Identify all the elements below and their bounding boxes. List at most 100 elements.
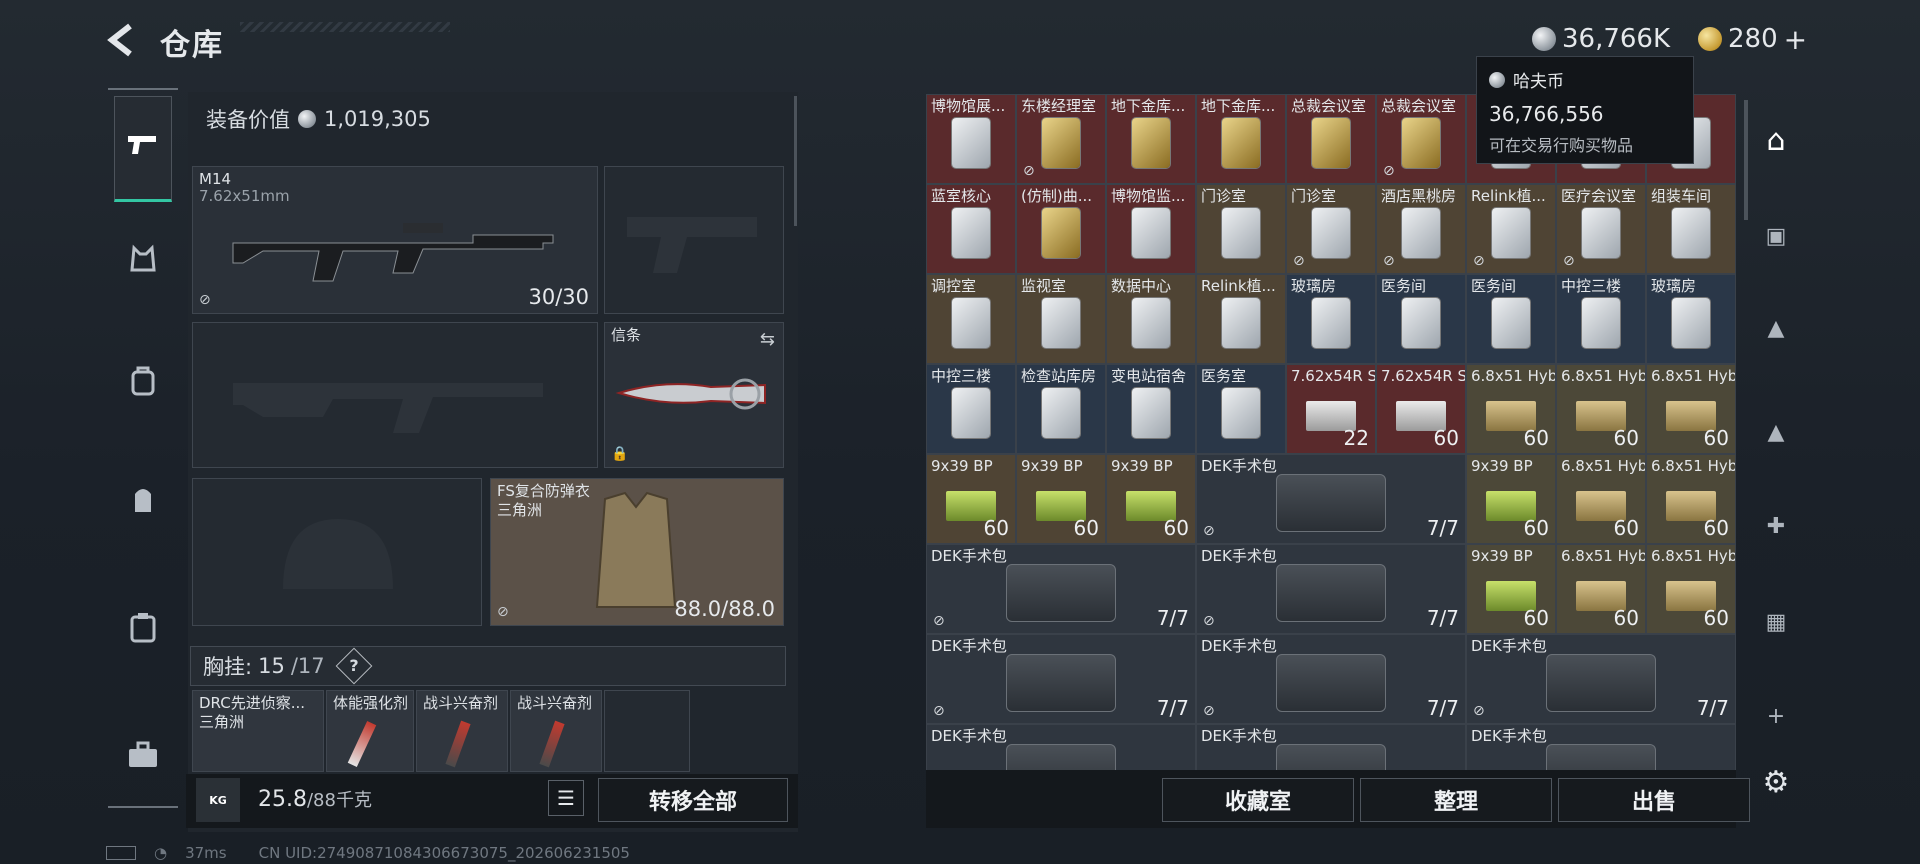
helmet-slot-empty[interactable] bbox=[192, 478, 482, 626]
nav-weapons[interactable] bbox=[114, 96, 172, 202]
stash-item-name: 东楼经理室 bbox=[1021, 97, 1097, 115]
stash-item[interactable]: (仿制)曲... bbox=[1016, 184, 1106, 274]
collection-room-button[interactable]: 收藏室 bbox=[1162, 778, 1354, 822]
rifle-image bbox=[232, 223, 554, 282]
sell-button[interactable]: 出售 bbox=[1558, 778, 1750, 822]
stash-item[interactable]: 医务室 bbox=[1196, 364, 1286, 454]
equipment-value-amount: 1,019,305 bbox=[324, 107, 431, 131]
stash-item-name: DEK手术包 bbox=[931, 547, 1007, 565]
stash-item[interactable]: 中控三楼 bbox=[1556, 274, 1646, 364]
stash-item-count: 7/7 bbox=[1696, 696, 1729, 720]
stash-tab-v[interactable]: ▣ bbox=[1754, 214, 1798, 258]
rifle-slot-empty[interactable] bbox=[192, 322, 598, 468]
stash-item[interactable]: 6.8x51 Hybrid 60 bbox=[1646, 544, 1736, 634]
stash-item[interactable]: 9x39 BP 60 bbox=[1106, 454, 1196, 544]
swap-icon[interactable]: ⇆ bbox=[760, 329, 775, 350]
rig-item-1[interactable]: 体能强化剂 bbox=[326, 690, 414, 772]
list-view-button[interactable]: ☰ bbox=[548, 780, 584, 816]
stash-item-name: 6.8x51 Hybrid bbox=[1471, 367, 1556, 385]
settings-button[interactable]: ⚙ bbox=[1754, 760, 1798, 804]
surgical-kit-item[interactable]: DEK手术包⊘7/7 bbox=[926, 544, 1196, 634]
stash-item[interactable]: 医务间 bbox=[1466, 274, 1556, 364]
stash-tab-iv-4[interactable]: ▦ bbox=[1754, 600, 1798, 644]
stash-item[interactable]: 6.8x51 Hybrid 60 bbox=[1646, 454, 1736, 544]
nav-backpack[interactable] bbox=[114, 450, 172, 556]
nav-chest-rig[interactable] bbox=[114, 210, 172, 316]
surgical-kit-item[interactable]: DEK手术包⊘7/7 bbox=[1196, 544, 1466, 634]
rig-item-0[interactable]: DRC先进侦察... 三角洲 bbox=[192, 690, 324, 772]
surgical-kit-item[interactable]: DEK手术包⊘7/7 bbox=[1466, 634, 1736, 724]
nav-backpack-bag[interactable] bbox=[114, 332, 172, 438]
help-button[interactable]: ? bbox=[335, 647, 372, 685]
secondary-weapon-slot[interactable] bbox=[604, 166, 784, 314]
stash-item[interactable]: 东楼经理室 ⊘ bbox=[1016, 94, 1106, 184]
stash-item[interactable]: 6.8x51 Hybrid 60 bbox=[1646, 364, 1736, 454]
stash-item[interactable]: 检查站库房 bbox=[1016, 364, 1106, 454]
stash-item[interactable]: 监视室 bbox=[1016, 274, 1106, 364]
stash-item[interactable]: 玻璃房 bbox=[1286, 274, 1376, 364]
ping-value: 37ms bbox=[185, 844, 227, 862]
surgical-kit-item[interactable]: DEK手术包⊘7/7 bbox=[926, 724, 1196, 770]
equipment-scrollbar[interactable] bbox=[794, 96, 797, 226]
stash-item[interactable]: 7.62x54R SNB 22 bbox=[1286, 364, 1376, 454]
add-bond-button[interactable]: + bbox=[1784, 23, 1807, 56]
transfer-all-button[interactable]: 转移全部 bbox=[598, 778, 788, 822]
stash-item[interactable]: 9x39 BP 60 bbox=[926, 454, 1016, 544]
stash-tab-iv-1[interactable]: ▲ bbox=[1754, 306, 1798, 350]
stash-item[interactable]: 门诊室 ⊘ bbox=[1286, 184, 1376, 274]
stash-item[interactable]: 总裁会议室 bbox=[1286, 94, 1376, 184]
bond-balance[interactable]: 280 + bbox=[1698, 22, 1807, 56]
stash-item[interactable]: Relink植... ⊘ bbox=[1466, 184, 1556, 274]
nav-toolbox[interactable] bbox=[114, 706, 172, 812]
surgical-kit-item[interactable]: DEK手术包⊘7/7 bbox=[926, 634, 1196, 724]
stash-item-name: DEK手术包 bbox=[1201, 727, 1277, 745]
stash-item[interactable]: 门诊室 bbox=[1196, 184, 1286, 274]
stash-tab-main[interactable]: ⌂ bbox=[1754, 118, 1798, 162]
stash-item[interactable]: 医务间 bbox=[1376, 274, 1466, 364]
stash-item[interactable]: 9x39 BP 60 bbox=[1466, 544, 1556, 634]
stash-item[interactable]: 地下金库... bbox=[1106, 94, 1196, 184]
keycard-icon bbox=[1042, 388, 1080, 439]
stash-item[interactable]: 变电站宿舍 bbox=[1106, 364, 1196, 454]
stash-item[interactable]: 医疗会议室 ⊘ bbox=[1556, 184, 1646, 274]
rig-item-2[interactable]: 战斗兴奋剂 bbox=[416, 690, 508, 772]
stash-tab-iv-2[interactable]: ▲ bbox=[1754, 410, 1798, 454]
stash-item[interactable]: 9x39 BP 60 bbox=[1016, 454, 1106, 544]
stash-item[interactable]: 总裁会议室 ⊘ bbox=[1376, 94, 1466, 184]
surgical-kit-item[interactable]: DEK手术包⊘7/7 bbox=[1466, 724, 1736, 770]
stash-item[interactable]: 数据中心 bbox=[1106, 274, 1196, 364]
melee-slot[interactable]: 信条 ⇆ 🔒 bbox=[604, 322, 784, 468]
surgical-kit-item[interactable]: DEK手术包⊘7/7 bbox=[1196, 724, 1466, 770]
stash-item[interactable]: 组装车间 bbox=[1646, 184, 1736, 274]
rig-slot-empty[interactable] bbox=[604, 690, 690, 772]
stash-item[interactable]: 9x39 BP 60 bbox=[1466, 454, 1556, 544]
rig-item-3[interactable]: 战斗兴奋剂 bbox=[510, 690, 602, 772]
organize-button[interactable]: 整理 bbox=[1360, 778, 1552, 822]
nav-case[interactable] bbox=[114, 578, 172, 684]
stash-item[interactable]: 6.8x51 Hybrid 60 bbox=[1466, 364, 1556, 454]
back-button[interactable] bbox=[104, 22, 140, 58]
armor-slot[interactable]: FS复合防弹衣 三角洲 ⊘ 88.0/88.0 bbox=[490, 478, 784, 626]
stash-item[interactable]: 中控三楼 bbox=[926, 364, 1016, 454]
stash-item[interactable]: 调控室 bbox=[926, 274, 1016, 364]
stash-item-name: DEK手术包 bbox=[1201, 457, 1277, 475]
stash-tab-iv-3[interactable]: ✚ bbox=[1754, 504, 1798, 548]
stash-item[interactable]: 酒店黑桃房 ⊘ bbox=[1376, 184, 1466, 274]
stash-item[interactable]: 6.8x51 Hybrid 60 bbox=[1556, 544, 1646, 634]
stash-item[interactable]: 地下金库... bbox=[1196, 94, 1286, 184]
surgical-kit-item[interactable]: DEK手术包⊘7/7 bbox=[1196, 454, 1466, 544]
stash-item[interactable]: 6.8x51 Hybrid 60 bbox=[1556, 364, 1646, 454]
coin-balance[interactable]: 36,766K bbox=[1532, 22, 1670, 56]
stash-item[interactable]: 博物馆展... bbox=[926, 94, 1016, 184]
stash-item[interactable]: 玻璃房 bbox=[1646, 274, 1736, 364]
surgical-kit-item[interactable]: DEK手术包⊘7/7 bbox=[1196, 634, 1466, 724]
stash-item[interactable]: 6.8x51 Hybrid 60 bbox=[1556, 454, 1646, 544]
stash-item-count: 60 bbox=[1523, 606, 1549, 630]
primary-weapon-slot[interactable]: M14 7.62x51mm ⊘ 30/30 bbox=[192, 166, 598, 314]
add-stash-tab-button[interactable]: + bbox=[1754, 694, 1798, 738]
gold-keycard-icon bbox=[1042, 118, 1080, 169]
stash-item[interactable]: Relink植... bbox=[1196, 274, 1286, 364]
stash-item[interactable]: 蓝室核心 bbox=[926, 184, 1016, 274]
stash-item[interactable]: 7.62x54R SNB 60 bbox=[1376, 364, 1466, 454]
stash-item[interactable]: 博物馆监... bbox=[1106, 184, 1196, 274]
